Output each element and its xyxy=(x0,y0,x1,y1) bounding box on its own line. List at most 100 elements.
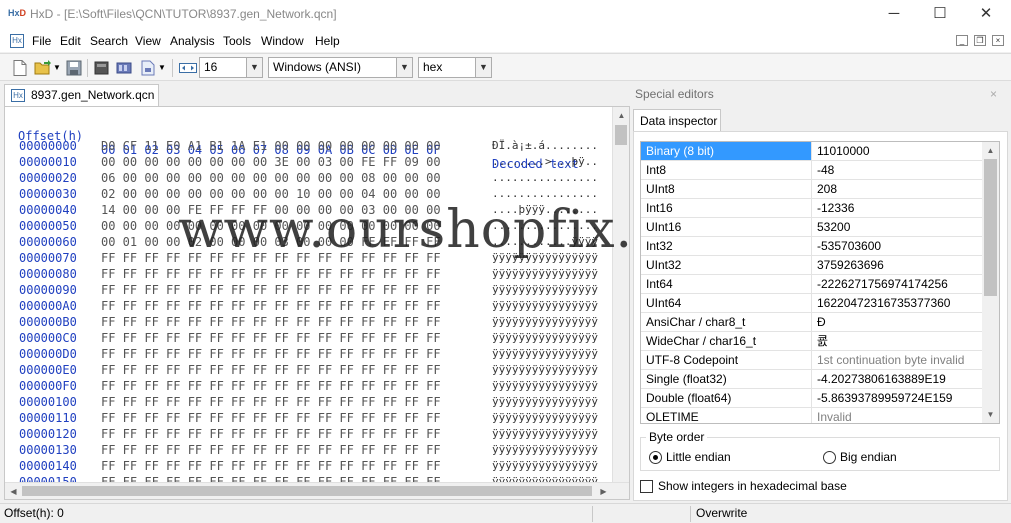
inspector-row-value[interactable]: -535703600 xyxy=(813,237,984,255)
scroll-thumb[interactable] xyxy=(615,125,627,145)
save-icon[interactable] xyxy=(66,60,82,76)
row-decoded-text[interactable]: ÿÿÿÿÿÿÿÿÿÿÿÿÿÿÿÿ xyxy=(492,315,598,328)
row-bytes[interactable]: FF FF FF FF FF FF FF FF FF FF FF FF FF F… xyxy=(101,267,441,281)
row-bytes[interactable]: FF FF FF FF FF FF FF FF FF FF FF FF FF F… xyxy=(101,379,441,393)
inspector-row[interactable]: Single (float32) -4.20273806163889E19 xyxy=(641,370,984,389)
hex-row[interactable]: 000000F0 FF FF FF FF FF FF FF FF FF FF FF… xyxy=(5,379,613,395)
row-bytes[interactable]: FF FF FF FF FF FF FF FF FF FF FF FF FF F… xyxy=(101,299,441,313)
hex-integers-checkbox[interactable] xyxy=(640,480,653,493)
scroll-left-icon[interactable]: ◀ xyxy=(5,483,22,499)
tab-data-inspector[interactable]: Data inspector xyxy=(633,109,721,132)
row-bytes[interactable]: FF FF FF FF FF FF FF FF FF FF FF FF FF F… xyxy=(101,331,441,345)
row-bytes[interactable]: FF FF FF FF FF FF FF FF FF FF FF FF FF F… xyxy=(101,427,441,441)
menu-window[interactable]: Window xyxy=(261,34,304,48)
row-bytes[interactable]: D0 CF 11 E0 A1 B1 1A E1 00 00 00 00 00 0… xyxy=(101,139,441,153)
charset-select[interactable]: Windows (ANSI) ▼ xyxy=(268,57,413,78)
row-bytes[interactable]: FF FF FF FF FF FF FF FF FF FF FF FF FF F… xyxy=(101,347,441,361)
open-disk-icon[interactable] xyxy=(94,60,110,76)
hex-horizontal-scrollbar[interactable]: ◀ ▶ xyxy=(5,482,629,499)
hex-vertical-scrollbar[interactable]: ▲ xyxy=(612,107,629,483)
inspector-row[interactable]: WideChar / char16_t 쿐 xyxy=(641,332,984,351)
inspector-row[interactable]: Double (float64) -5.86393789959724E159 xyxy=(641,389,984,408)
hex-row[interactable]: 00000100 FF FF FF FF FF FF FF FF FF FF FF… xyxy=(5,395,613,411)
big-endian-radio[interactable] xyxy=(823,451,836,464)
menu-help[interactable]: Help xyxy=(315,34,340,48)
inspector-row-value[interactable]: 208 xyxy=(813,180,984,198)
inspector-row-value[interactable]: -12336 xyxy=(813,199,984,217)
scroll-thumb[interactable] xyxy=(22,486,592,496)
open-ram-icon[interactable] xyxy=(116,60,132,76)
hex-row[interactable]: 000000B0 FF FF FF FF FF FF FF FF FF FF FF… xyxy=(5,315,613,331)
hex-row[interactable]: 000000D0 FF FF FF FF FF FF FF FF FF FF FF… xyxy=(5,347,613,363)
inspector-row[interactable]: UInt32 3759263696 xyxy=(641,256,984,275)
mdi-restore-button[interactable]: ❐ xyxy=(974,35,986,46)
row-decoded-text[interactable]: ÿÿÿÿÿÿÿÿÿÿÿÿÿÿÿÿ xyxy=(492,427,598,440)
row-bytes[interactable]: FF FF FF FF FF FF FF FF FF FF FF FF FF F… xyxy=(101,315,441,329)
row-decoded-text[interactable]: ........>...þÿ.. xyxy=(492,155,598,168)
inspector-row[interactable]: Int32 -535703600 xyxy=(641,237,984,256)
hex-row[interactable]: 00000140 FF FF FF FF FF FF FF FF FF FF FF… xyxy=(5,459,613,475)
inspector-row-value[interactable]: 1st continuation byte invalid xyxy=(813,351,984,369)
inspector-row[interactable]: Int64 -2226271756974174256 xyxy=(641,275,984,294)
row-decoded-text[interactable]: ÿÿÿÿÿÿÿÿÿÿÿÿÿÿÿÿ xyxy=(492,411,598,424)
menu-file[interactable]: File xyxy=(32,34,51,48)
maximize-button[interactable]: ☐ xyxy=(917,0,963,30)
inspector-row[interactable]: UInt16 53200 xyxy=(641,218,984,237)
hex-row[interactable]: 00000110 FF FF FF FF FF FF FF FF FF FF FF… xyxy=(5,411,613,427)
row-bytes[interactable]: 00 00 00 00 00 00 00 00 3E 00 03 00 FE F… xyxy=(101,155,441,169)
row-bytes[interactable]: FF FF FF FF FF FF FF FF FF FF FF FF FF F… xyxy=(101,443,441,457)
menu-tools[interactable]: Tools xyxy=(223,34,251,48)
big-endian-label[interactable]: Big endian xyxy=(840,450,897,464)
inspector-row-value[interactable]: -5.86393789959724E159 xyxy=(813,389,984,407)
row-bytes[interactable]: FF FF FF FF FF FF FF FF FF FF FF FF FF F… xyxy=(101,283,441,297)
hxd-app-icon[interactable]: HxD xyxy=(8,8,26,22)
inspector-row-value[interactable]: 쿐 xyxy=(813,332,984,350)
special-editors-close-icon[interactable]: × xyxy=(990,87,997,101)
inspector-row-value[interactable]: 53200 xyxy=(813,218,984,236)
row-decoded-text[interactable]: ÐÏ.à¡±.á........ xyxy=(492,139,598,152)
row-decoded-text[interactable]: ÿÿÿÿÿÿÿÿÿÿÿÿÿÿÿÿ xyxy=(492,379,598,392)
row-bytes[interactable]: 06 00 00 00 00 00 00 00 00 00 00 00 08 0… xyxy=(101,171,441,185)
row-decoded-text[interactable]: ÿÿÿÿÿÿÿÿÿÿÿÿÿÿÿÿ xyxy=(492,267,598,280)
scroll-down-icon[interactable]: ▼ xyxy=(982,406,999,423)
hex-row[interactable]: 00000120 FF FF FF FF FF FF FF FF FF FF FF… xyxy=(5,427,613,443)
hex-row[interactable]: 00000080 FF FF FF FF FF FF FF FF FF FF FF… xyxy=(5,267,613,283)
inspector-row-value[interactable]: 16220472316735377360 xyxy=(813,294,984,312)
hex-row[interactable]: 00000010 00 00 00 00 00 00 00 00 3E 00 03… xyxy=(5,155,613,171)
row-bytes[interactable]: 02 00 00 00 00 00 00 00 00 10 00 00 04 0… xyxy=(101,187,441,201)
mdi-close-button[interactable]: × xyxy=(992,35,1004,46)
menu-view[interactable]: View xyxy=(135,34,161,48)
inspector-row[interactable]: UInt8 208 xyxy=(641,180,984,199)
row-decoded-text[interactable]: ÿÿÿÿÿÿÿÿÿÿÿÿÿÿÿÿ xyxy=(492,443,598,456)
open-folder-icon[interactable] xyxy=(34,60,51,76)
menu-analysis[interactable]: Analysis xyxy=(170,34,215,48)
tab-document[interactable]: Hx 8937.gen_Network.qcn xyxy=(4,84,159,106)
inspector-row-value[interactable]: 11010000 xyxy=(813,142,984,160)
inspector-row-value[interactable]: Ð xyxy=(813,313,984,331)
row-decoded-text[interactable]: ................ xyxy=(492,171,598,184)
close-button[interactable]: ✕ xyxy=(963,0,1009,30)
row-bytes[interactable]: FF FF FF FF FF FF FF FF FF FF FF FF FF F… xyxy=(101,411,441,425)
file-tools-dropdown-icon[interactable]: ▼ xyxy=(157,60,167,76)
data-inspector-grid[interactable]: Binary (8 bit) 11010000 Int8 -48 UInt8 208 Int… xyxy=(640,141,1000,424)
little-endian-label[interactable]: Little endian xyxy=(666,450,731,464)
hex-row[interactable]: 00000090 FF FF FF FF FF FF FF FF FF FF FF… xyxy=(5,283,613,299)
inspector-row-value[interactable]: Invalid xyxy=(813,408,984,423)
scroll-up-icon[interactable]: ▲ xyxy=(982,142,999,159)
row-decoded-text[interactable]: ÿÿÿÿÿÿÿÿÿÿÿÿÿÿÿÿ xyxy=(492,395,598,408)
row-decoded-text[interactable]: ................ xyxy=(492,187,598,200)
little-endian-radio[interactable] xyxy=(649,451,662,464)
inspector-row-value[interactable]: -2226271756974174256 xyxy=(813,275,984,293)
inspector-row[interactable]: UTF-8 Codepoint 1st continuation byte inv… xyxy=(641,351,984,370)
offset-base-select[interactable]: hex ▼ xyxy=(418,57,492,78)
hex-integers-label[interactable]: Show integers in hexadecimal base xyxy=(658,479,847,493)
inspector-row[interactable]: Binary (8 bit) 11010000 xyxy=(641,142,984,161)
inspector-row[interactable]: AnsiChar / char8_t Ð xyxy=(641,313,984,332)
row-decoded-text[interactable]: ÿÿÿÿÿÿÿÿÿÿÿÿÿÿÿÿ xyxy=(492,363,598,376)
menu-search[interactable]: Search xyxy=(90,34,128,48)
inspector-row[interactable]: OLETIME Invalid xyxy=(641,408,984,423)
scroll-up-icon[interactable]: ▲ xyxy=(613,107,629,124)
row-bytes[interactable]: FF FF FF FF FF FF FF FF FF FF FF FF FF F… xyxy=(101,363,441,377)
row-bytes[interactable]: FF FF FF FF FF FF FF FF FF FF FF FF FF F… xyxy=(101,395,441,409)
row-decoded-text[interactable]: ÿÿÿÿÿÿÿÿÿÿÿÿÿÿÿÿ xyxy=(492,299,598,312)
